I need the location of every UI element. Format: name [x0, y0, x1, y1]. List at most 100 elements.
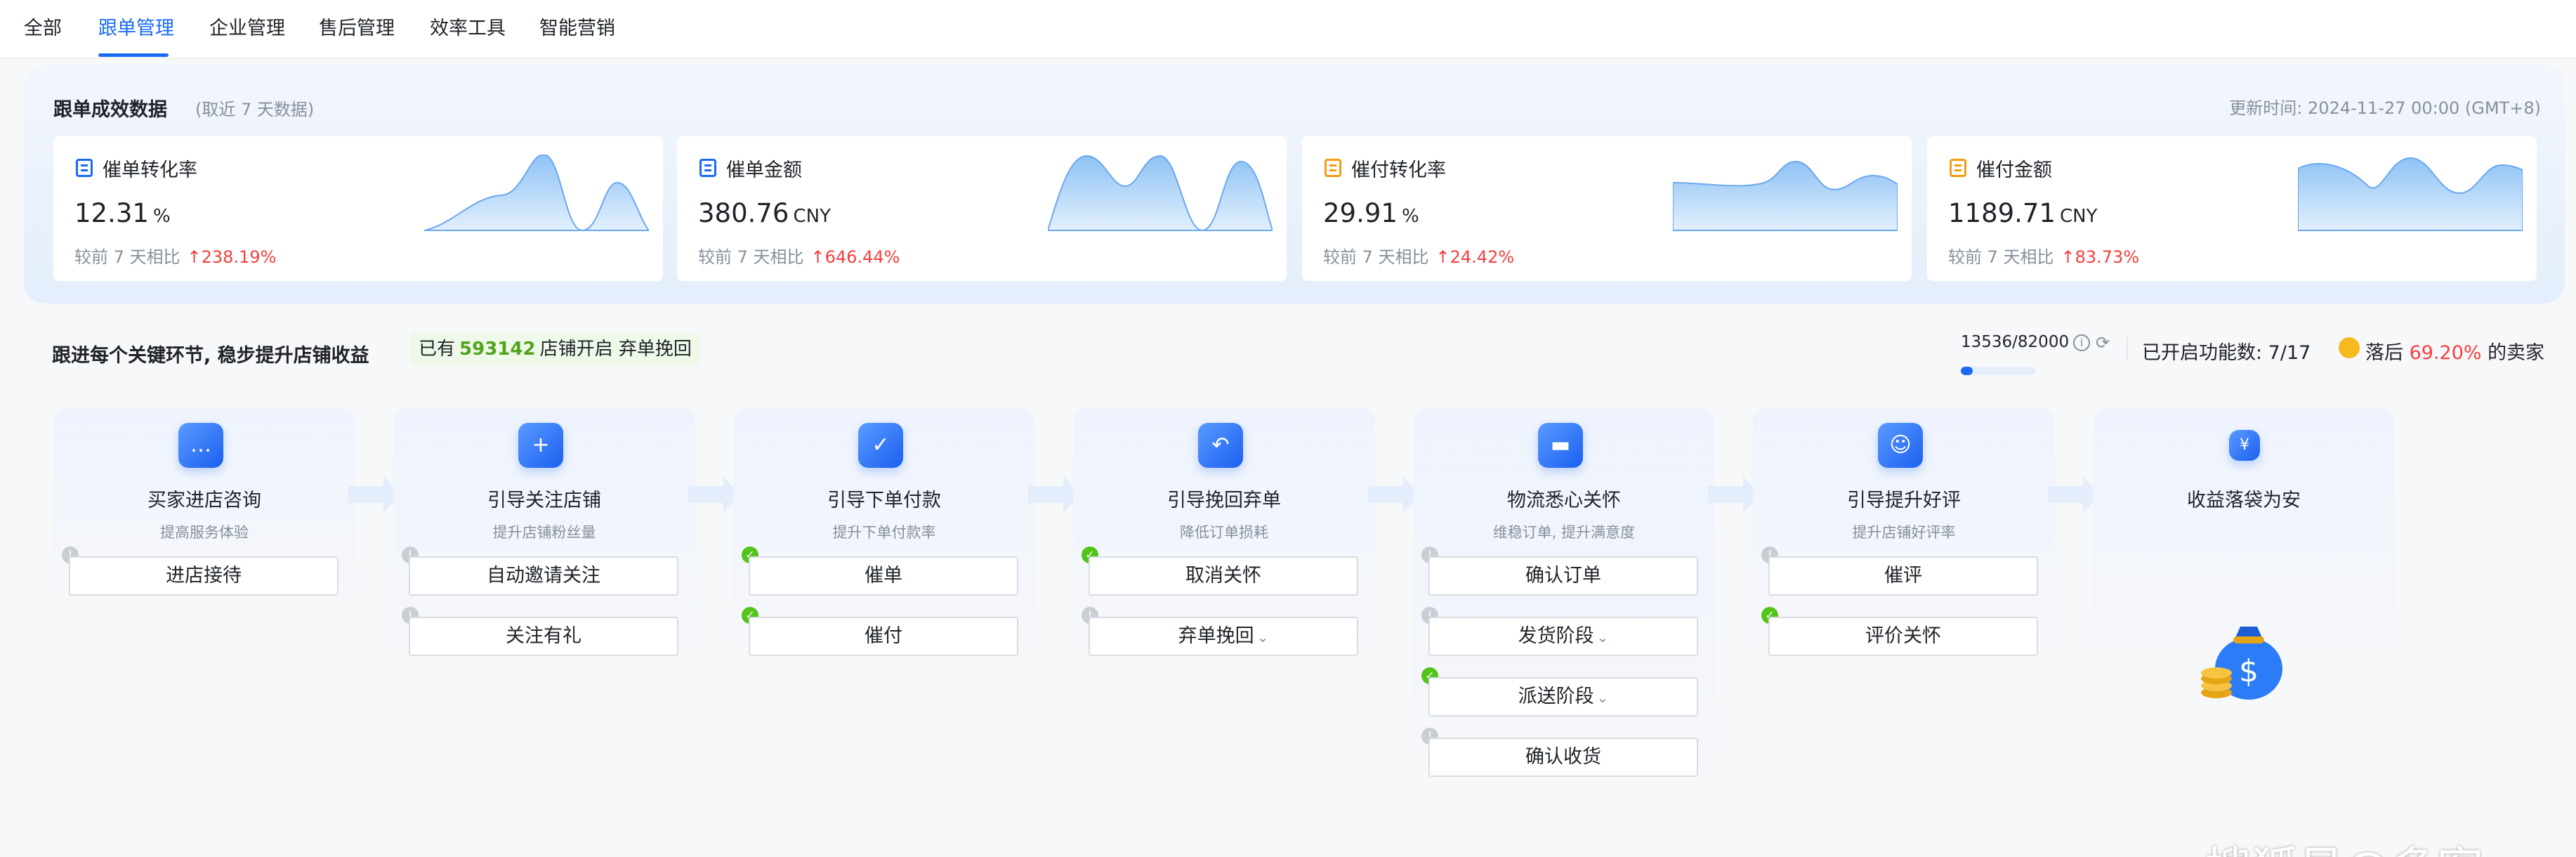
funnel-title: 跟进每个关键环节, 稳步提升店铺收益 — [52, 345, 369, 367]
tab-after-sales[interactable]: 售后管理 — [319, 13, 395, 40]
sparkline-chart — [1673, 160, 1898, 231]
step-subtitle: 提升下单付款率 — [832, 524, 936, 541]
action-label: 派送阶段 — [1518, 686, 1594, 707]
stat-change: ↑24.42% — [1435, 247, 1515, 267]
stat-change: ↑646.44% — [810, 247, 900, 267]
action-label: 取消关怀 — [1185, 565, 1261, 587]
action-label: 确认订单 — [1525, 565, 1601, 587]
stat-label: 催单金额 — [726, 159, 802, 181]
updated-time: 更新时间: 2024-11-27 00:00 (GMT+8) — [2229, 98, 2541, 118]
step-action-button[interactable]: 关注有礼 — [409, 617, 678, 656]
step-title: 买家进店咨询 — [147, 490, 261, 511]
step-subtitle: 维稳订单, 提升满意度 — [1492, 524, 1636, 541]
chevron-down-icon: ⌄ — [1596, 629, 1609, 646]
action-label: 自动邀请关注 — [487, 565, 600, 587]
performance-stats-panel: 跟单成效数据 (取近 7 天数据) 更新时间: 2024-11-27 00:00… — [24, 65, 2565, 303]
refresh-icon[interactable]: ⟳ — [2096, 333, 2110, 353]
behind-sellers-text: 落后 69.20% 的卖家 — [2365, 342, 2545, 364]
tab-smart-marketing[interactable]: 智能营销 — [539, 13, 615, 40]
action-label: 关注有礼 — [506, 625, 581, 647]
stat-value: 380.76 CNY — [698, 198, 831, 228]
stat-compare: 较前 7 天相比 ↑646.44% — [698, 247, 900, 267]
step-action-button[interactable]: 催评 — [1768, 556, 2038, 596]
stat-label: 催付金额 — [1976, 159, 2052, 181]
wallet-icon — [1325, 159, 1341, 177]
page-body: 跟单成效数据 (取近 7 天数据) 更新时间: 2024-11-27 00:00… — [0, 59, 2576, 857]
stat-compare: 较前 7 天相比 ↑83.73% — [1948, 247, 2140, 267]
flow-arrow-icon — [348, 476, 400, 513]
step-action-button[interactable]: 确认收货 — [1428, 738, 1698, 777]
stat-label: 催付转化率 — [1351, 159, 1446, 181]
step-title: 引导挽回弃单 — [1167, 490, 1281, 511]
step-action-button[interactable]: 评价关怀 — [1768, 617, 2038, 656]
sparkline-chart — [424, 155, 649, 232]
feature-progress-text: 13536/82000 — [1961, 333, 2070, 351]
action-label: 发货阶段 — [1518, 625, 1594, 647]
step-subtitle: 提高服务体验 — [160, 524, 249, 541]
step-action-button[interactable]: 催付 — [749, 617, 1018, 656]
funnel-step: ✓ 引导下单付款 提升下单付款率 ✓ 催单 ✓ 催付 — [733, 409, 1035, 680]
step-action-button[interactable]: 确认订单 — [1428, 556, 1698, 596]
top-nav: 全部 跟单管理 企业管理 售后管理 效率工具 智能营销 — [0, 0, 2576, 59]
step-action-button[interactable]: 发货阶段 ⌄ — [1428, 617, 1698, 656]
sparkline-chart — [2298, 157, 2523, 231]
action-label: 评价关怀 — [1865, 625, 1941, 647]
info-icon[interactable]: i — [2073, 334, 2090, 351]
step-action-button[interactable]: 自动邀请关注 — [409, 556, 678, 596]
step-subtitle: 提升店铺粉丝量 — [492, 524, 596, 541]
sad-face-icon — [2339, 337, 2360, 358]
chevron-down-icon: ⌄ — [1256, 629, 1269, 646]
step-action-button[interactable]: 进店接待 — [69, 556, 339, 596]
shops-enabled-badge: 已有 593142 店铺开启 弃单挽回 — [410, 333, 700, 365]
stat-value: 1189.71 CNY — [1948, 198, 2098, 228]
checklist-icon: ✓ — [858, 423, 903, 468]
flow-arrow-icon — [1368, 476, 1420, 513]
action-label: 催单 — [865, 565, 902, 587]
funnel-step: ☺ 引导提升好评 提升店铺好评率! 催评 ✓ 评价关怀 — [1753, 409, 2055, 680]
funnel-step: … 买家进店咨询 提高服务体验! 进店接待 — [53, 409, 355, 617]
wallet-icon — [1950, 159, 1966, 177]
smile-icon: ☺ — [1878, 423, 1923, 468]
stat-label: 催单转化率 — [103, 159, 197, 181]
watermark: 搜狐号@多客 — [2205, 832, 2483, 857]
document-icon — [76, 159, 93, 177]
flow-arrow-icon — [2048, 476, 2100, 513]
stat-card[interactable]: 催付金额 1189.71 CNY 较前 7 天相比 ↑83.73% — [1927, 136, 2537, 281]
flow-arrow-icon — [1708, 476, 1760, 513]
enabled-count: 已开启功能数: 7/17 — [2142, 342, 2311, 364]
feature-progress-bar — [1961, 367, 2035, 375]
stats-title: 跟单成效数据 — [53, 99, 167, 121]
step-title: 物流悉心关怀 — [1507, 490, 1621, 511]
tab-order-follow[interactable]: 跟单管理 — [98, 13, 174, 40]
tab-all[interactable]: 全部 — [24, 13, 62, 40]
step-action-button[interactable]: 派送阶段 ⌄ — [1428, 677, 1698, 717]
svg-text:$: $ — [2239, 653, 2259, 689]
stat-compare: 较前 7 天相比 ↑238.19% — [74, 247, 277, 267]
action-label: 确认收货 — [1525, 746, 1601, 768]
active-tab-indicator — [98, 53, 169, 57]
step-title: 引导提升好评 — [1847, 490, 1961, 511]
divider — [2127, 337, 2128, 361]
funnel-step: + 引导关注店铺 提升店铺粉丝量! 自动邀请关注! 关注有礼 — [393, 409, 695, 680]
progress-fill — [1961, 367, 1973, 375]
action-label: 催付 — [865, 625, 902, 647]
step-action-button[interactable]: 取消关怀 — [1089, 556, 1358, 596]
stat-card[interactable]: 催单转化率 12.31% 较前 7 天相比 ↑238.19% — [53, 136, 663, 281]
action-label: 进店接待 — [166, 565, 242, 587]
document-icon — [699, 159, 716, 177]
stat-card[interactable]: 催付转化率 29.91% 较前 7 天相比 ↑24.42% — [1302, 136, 1912, 281]
stat-value: 12.31% — [74, 198, 171, 228]
tab-efficiency-tools[interactable]: 效率工具 — [430, 13, 506, 40]
action-label: 催评 — [1884, 565, 1922, 587]
tab-enterprise[interactable]: 企业管理 — [209, 13, 285, 40]
step-subtitle: 提升店铺好评率 — [1852, 524, 1956, 541]
stat-compare: 较前 7 天相比 ↑24.42% — [1323, 247, 1515, 267]
undo-document-icon: ↶ — [1198, 423, 1243, 468]
sparkline-chart — [1048, 155, 1273, 232]
stat-change: ↑83.73% — [2061, 247, 2140, 267]
step-subtitle: 降低订单损耗 — [1180, 524, 1268, 541]
step-action-button[interactable]: 催单 — [749, 556, 1018, 596]
action-label: 弃单挽回 — [1178, 625, 1254, 647]
step-action-button[interactable]: 弃单挽回 ⌄ — [1089, 617, 1358, 656]
stat-card[interactable]: 催单金额 380.76 CNY 较前 7 天相比 ↑646.44% — [677, 136, 1287, 281]
